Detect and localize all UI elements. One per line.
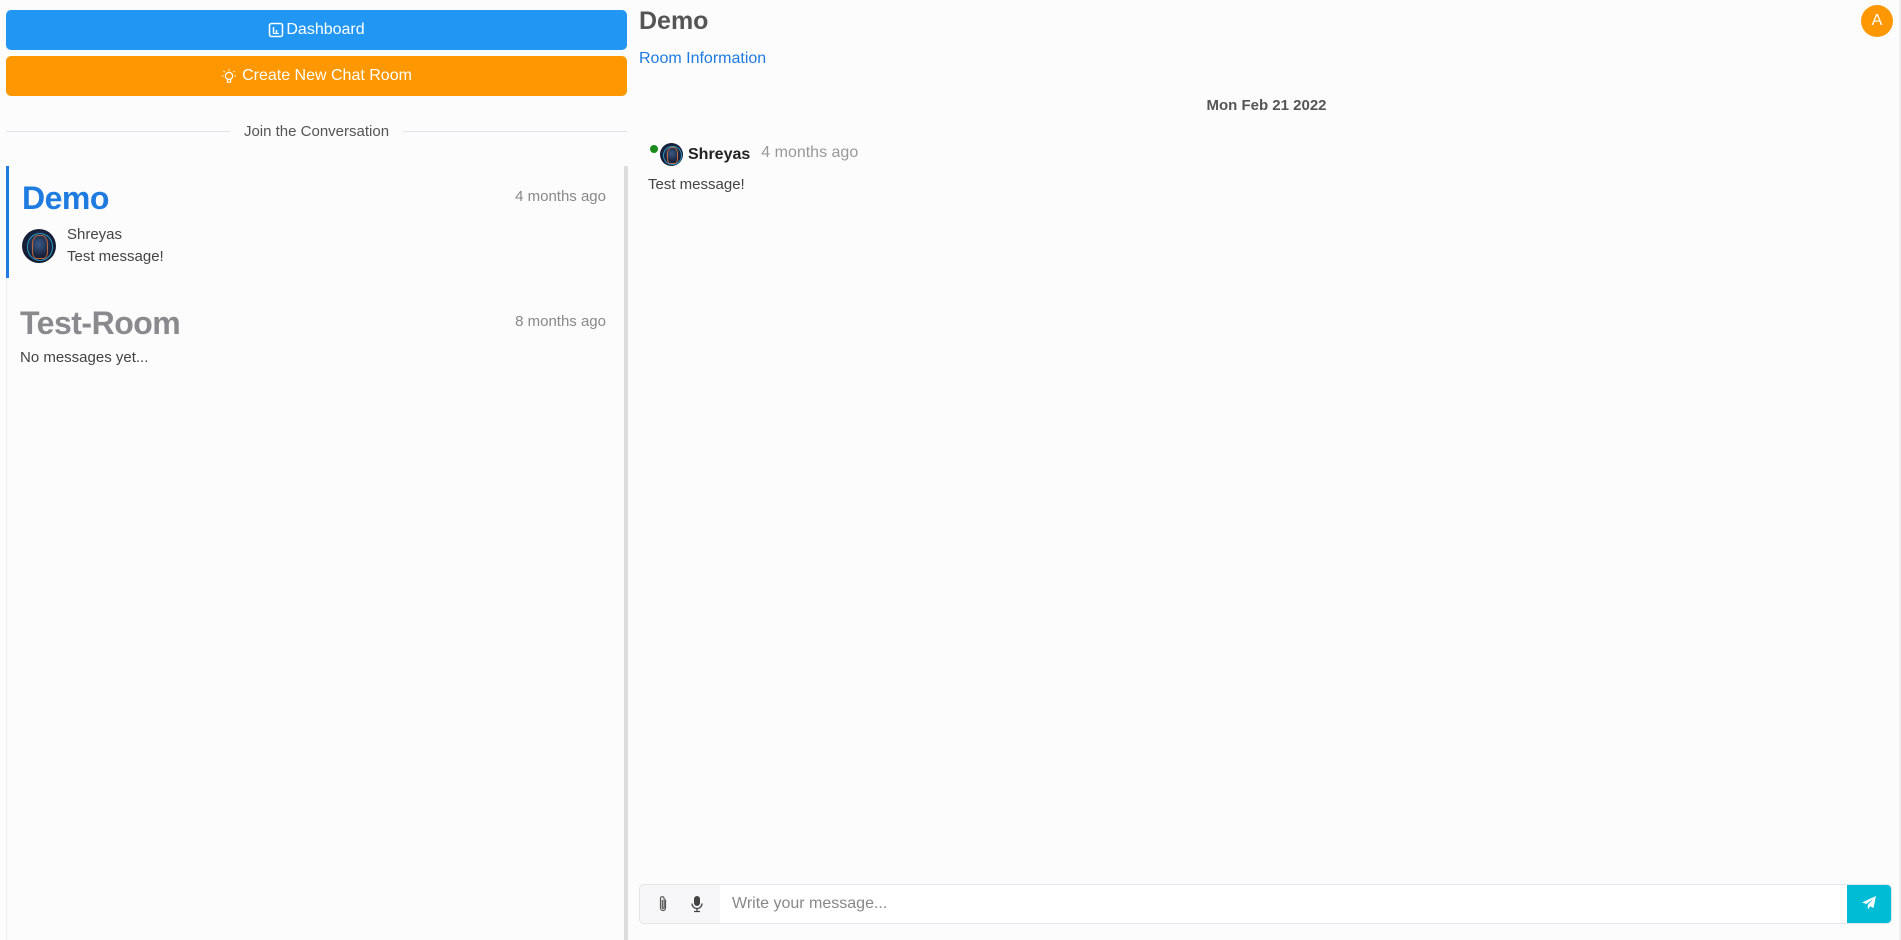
- sender-avatar: [22, 229, 56, 263]
- user-initial: A: [1871, 12, 1883, 29]
- date-separator: Mon Feb 21 2022: [1206, 97, 1327, 114]
- message-composer: [639, 884, 1892, 924]
- room-time: 4 months ago: [515, 188, 606, 205]
- room-information-link[interactable]: Room Information: [639, 50, 766, 68]
- room-item-demo[interactable]: Demo 4 months ago Shreyas Test message!: [6, 166, 624, 278]
- microphone-icon[interactable]: [685, 892, 709, 916]
- message-sender-name: Shreyas: [688, 145, 751, 163]
- user-avatar[interactable]: A: [1861, 5, 1893, 37]
- chat-message: Shreyas 4 months ago Test message!: [648, 143, 859, 193]
- message-time: 4 months ago: [761, 144, 859, 161]
- paper-plane-icon: [1861, 895, 1877, 914]
- create-chat-room-button[interactable]: Create New Chat Room: [6, 56, 627, 96]
- divider-line: [403, 130, 627, 132]
- send-button[interactable]: [1847, 885, 1891, 923]
- sidebar: Dashboard Create New Chat Room Join the …: [0, 0, 634, 940]
- divider-line: [6, 130, 230, 132]
- dashboard-button[interactable]: Dashboard: [6, 10, 627, 50]
- room-list[interactable]: Demo 4 months ago Shreyas Test message! …: [6, 166, 628, 940]
- lightbulb-icon: [221, 68, 237, 84]
- message-text: Test message!: [648, 176, 745, 193]
- chat-panel: Demo Room Information A Mon Feb 21 2022 …: [634, 0, 1899, 940]
- dashboard-icon: [268, 22, 284, 38]
- message-input[interactable]: [720, 885, 1847, 923]
- room-name: Demo: [22, 180, 109, 216]
- create-chat-room-label: Create New Chat Room: [242, 67, 412, 84]
- room-name: Test-Room: [20, 305, 181, 341]
- no-messages-text: No messages yet...: [20, 349, 149, 366]
- paperclip-icon[interactable]: [651, 892, 675, 916]
- divider-text: Join the Conversation: [243, 122, 390, 140]
- message-sender-avatar[interactable]: [660, 143, 683, 166]
- last-message-text: Test message!: [67, 248, 164, 265]
- room-item-test-room[interactable]: Test-Room 8 months ago No messages yet..…: [7, 291, 624, 376]
- dashboard-label: Dashboard: [286, 21, 365, 38]
- room-last-message: Shreyas Test message!: [22, 224, 610, 268]
- join-conversation-divider: Join the Conversation: [6, 121, 627, 141]
- last-sender-name: Shreyas: [67, 226, 123, 243]
- room-time: 8 months ago: [515, 313, 606, 330]
- online-status-dot: [650, 144, 658, 153]
- chat-room-title: Demo: [639, 7, 709, 35]
